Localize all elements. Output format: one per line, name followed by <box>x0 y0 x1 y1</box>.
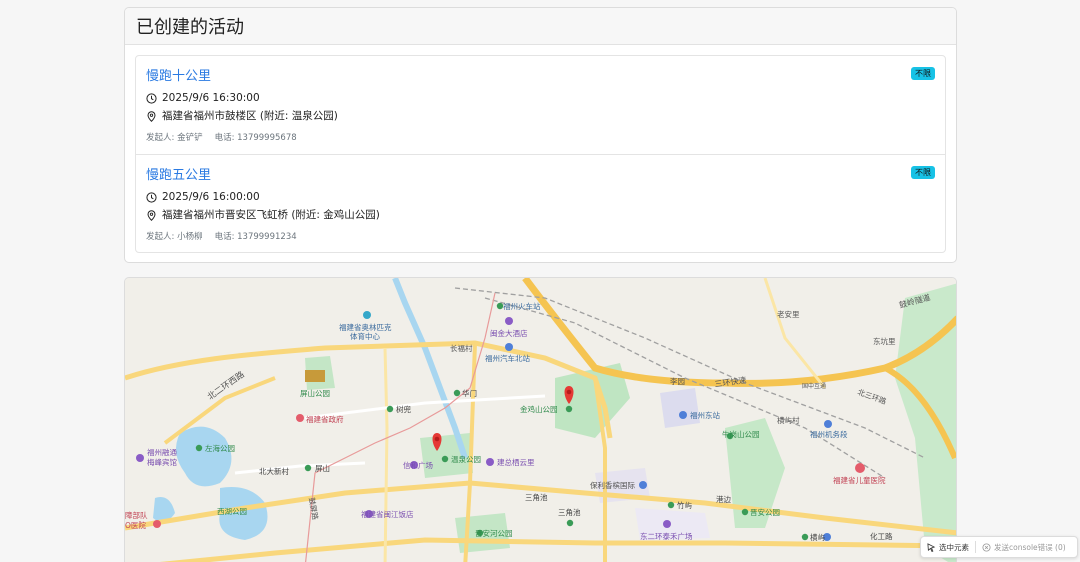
map-label: 体育中心 <box>350 331 380 341</box>
activity-item: 慢跑五公里 不限 2025/9/6 16:00:00 福建省福州市晋安区飞虹桥 … <box>136 154 945 252</box>
activity-datetime: 2025/9/6 16:00:00 <box>162 191 260 203</box>
road <box>383 347 389 562</box>
map-label: 晋安公园 <box>750 507 780 517</box>
clock-icon <box>146 191 157 203</box>
map-label: 树兜 <box>396 404 411 414</box>
map-label: 左海公园 <box>205 443 235 453</box>
map-label: 福州机务段 <box>810 429 848 439</box>
map-label: 三角池 <box>525 492 548 502</box>
map-label: 化工路 <box>870 531 893 541</box>
map-label: 金鸡山公园 <box>520 404 558 414</box>
restriction-badge: 不限 <box>911 166 935 179</box>
activity-organizer: 发起人: 小杨柳 <box>146 232 203 242</box>
panel-header: 已创建的活动 <box>125 8 956 45</box>
activity-datetime: 2025/9/6 16:30:00 <box>162 92 260 104</box>
map-label: 竹屿 <box>677 500 692 510</box>
panel-body: 慢跑十公里 不限 2025/9/6 16:30:00 福建省福州市鼓楼区 (附近… <box>125 45 956 262</box>
district-area <box>660 388 700 428</box>
clock-icon <box>146 92 157 104</box>
activity-phone: 电话: 13799995678 <box>214 133 297 143</box>
map-label: 福州融通 <box>147 447 177 457</box>
map-label: 梅峰宾馆 <box>147 457 177 467</box>
map-label: 李园 <box>670 376 685 386</box>
activity-meta: 发起人: 金铲铲 电话: 13799995678 <box>146 131 935 143</box>
map-label: 横屿 <box>810 532 825 542</box>
map-label: 三角池 <box>558 507 581 517</box>
map-label: 福建省政府 <box>306 414 344 424</box>
activity-location-row: 福建省福州市鼓楼区 (附近: 温泉公园) <box>146 107 935 125</box>
map-label: 信和广场 <box>403 460 433 470</box>
activity-time-row: 2025/9/6 16:00:00 <box>146 188 935 206</box>
map-label: 福州火车站 <box>503 301 541 311</box>
select-element-button[interactable]: 选中元素 <box>921 537 975 557</box>
activity-phone: 电话: 13799991234 <box>214 232 297 242</box>
map-label: 障部队 <box>125 510 148 520</box>
location-pin-icon <box>147 209 156 221</box>
map-label: 温泉公园 <box>451 454 481 464</box>
map-label: 北大新村 <box>259 466 289 476</box>
activity-title-link[interactable]: 慢跑十公里 <box>146 68 211 86</box>
cursor-icon <box>927 542 936 552</box>
activities-panel: 已创建的活动 慢跑十公里 不限 2025/9/6 16:30:00 福建省福州市… <box>124 7 957 263</box>
panel-title: 已创建的活动 <box>136 17 244 38</box>
map-label: 老安里 <box>777 309 800 319</box>
map-label: 屏山公园 <box>300 388 330 398</box>
activity-location: 福建省福州市鼓楼区 (附近: 温泉公园) <box>162 110 338 122</box>
map-label: 晋安河公园 <box>475 528 513 538</box>
select-element-label: 选中元素 <box>939 542 969 552</box>
send-console-errors-label: 发送console错误 (0) <box>994 542 1066 552</box>
map-label: 国中互通 <box>802 382 826 390</box>
activity-list: 慢跑十公里 不限 2025/9/6 16:30:00 福建省福州市鼓楼区 (附近… <box>135 55 946 253</box>
map-label: 福建省闽江饭店 <box>361 509 414 519</box>
map-label: 福建省奥林匹克 <box>339 322 392 332</box>
debug-toolbar: 选中元素 发送console错误 (0) <box>920 536 1078 558</box>
map-canvas[interactable]: 福州火车站 福建省奥林匹克 体育中心 闽金大酒店 长福村 福州汽车北站 屏山公园… <box>125 278 957 562</box>
map-label: 福建省儿童医院 <box>833 475 886 485</box>
activity-time-row: 2025/9/6 16:30:00 <box>146 89 935 107</box>
map-label: 华门 <box>462 388 477 398</box>
map-label: 福州汽车北站 <box>485 353 530 363</box>
map-label: 港边 <box>716 494 731 504</box>
activity-map[interactable]: 福州火车站 福建省奥林匹克 体育中心 闽金大酒店 长福村 福州汽车北站 屏山公园… <box>124 277 957 562</box>
map-label: 福州东站 <box>690 410 720 420</box>
map-label: 建总栖云里 <box>497 457 535 467</box>
activity-location: 福建省福州市晋安区飞虹桥 (附近: 金鸡山公园) <box>162 209 380 221</box>
map-label: 东二环泰禾广场 <box>640 531 693 541</box>
map-label: 闽金大酒店 <box>490 328 528 338</box>
map-label: 横屿村 <box>777 415 800 425</box>
activity-title-link[interactable]: 慢跑五公里 <box>146 167 211 185</box>
map-label: O医院 <box>125 520 146 530</box>
activity-item: 慢跑十公里 不限 2025/9/6 16:30:00 福建省福州市鼓楼区 (附近… <box>136 56 945 154</box>
activity-organizer: 发起人: 金铲铲 <box>146 133 203 143</box>
map-label: 长福村 <box>450 343 473 353</box>
error-icon <box>982 542 991 552</box>
send-console-errors-button[interactable]: 发送console错误 (0) <box>976 537 1072 557</box>
map-label: 屏山 <box>315 463 330 473</box>
activity-location-row: 福建省福州市晋安区飞虹桥 (附近: 金鸡山公园) <box>146 206 935 224</box>
map-label: 西湖公园 <box>217 507 247 516</box>
location-pin-icon <box>147 110 156 122</box>
map-label: 保利香槟国际 <box>590 480 635 490</box>
restriction-badge: 不限 <box>911 67 935 80</box>
map-label: 牛岗山公园 <box>722 429 760 439</box>
map-label: 东坑里 <box>873 336 896 346</box>
activity-meta: 发起人: 小杨柳 电话: 13799991234 <box>146 230 935 242</box>
